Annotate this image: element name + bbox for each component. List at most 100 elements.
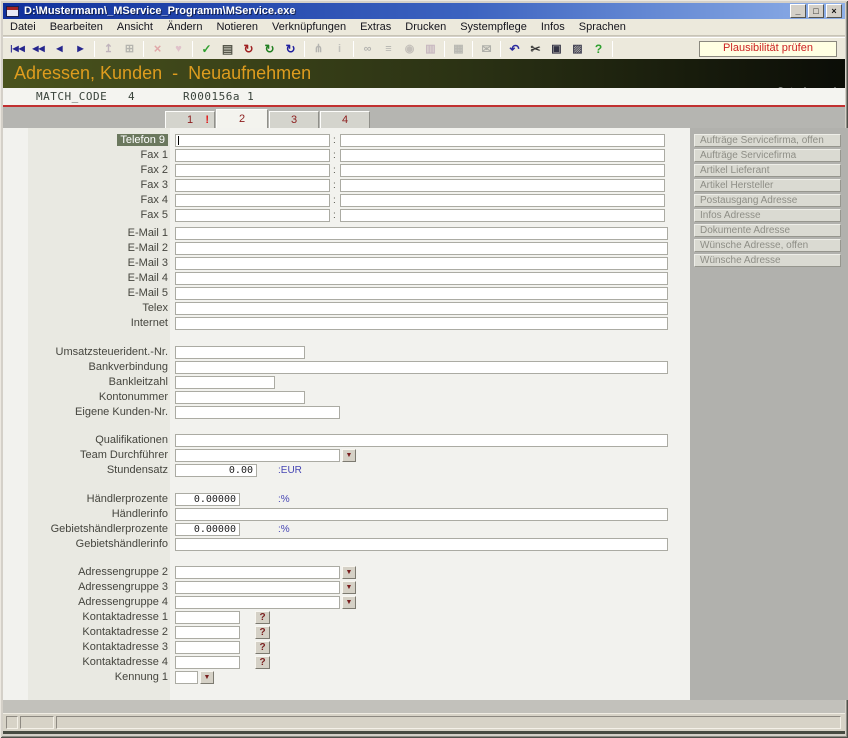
kennung-1-dropdown-button[interactable]: ▼ — [200, 671, 214, 684]
field-e-mail-2[interactable] — [175, 242, 668, 255]
field-e-mail-3[interactable] — [175, 257, 668, 270]
minimize-button[interactable]: _ — [790, 4, 806, 18]
form-row-kontaktadresse-3: Kontaktadresse 3? — [3, 641, 690, 654]
field-telex[interactable] — [175, 302, 668, 315]
team-durchfuhrer-dropdown-button[interactable]: ▼ — [342, 449, 356, 462]
next-record-icon[interactable]: ▶ — [70, 40, 91, 58]
menu-item-andern[interactable]: Ändern — [160, 19, 209, 35]
menu-item-extras[interactable]: Extras — [353, 19, 398, 35]
tab-3[interactable]: 3 — [269, 111, 319, 128]
menu-item-datei[interactable]: Datei — [3, 19, 43, 35]
field-stundensatz[interactable] — [175, 464, 257, 477]
refresh-green-icon[interactable]: ↻ — [259, 40, 280, 58]
field-fax-1-2[interactable] — [340, 149, 665, 162]
menu-item-infos[interactable]: Infos — [534, 19, 572, 35]
field-e-mail-4[interactable] — [175, 272, 668, 285]
adressengruppe-2-dropdown-button[interactable]: ▼ — [342, 566, 356, 579]
field-telefon-9[interactable] — [175, 134, 330, 147]
field-kontaktadresse-3[interactable] — [175, 641, 240, 654]
side-button-artikel-hersteller[interactable]: Artikel Hersteller — [694, 179, 841, 192]
fast-prev-icon[interactable]: ◀◀ — [28, 40, 49, 58]
tab-2[interactable]: 2 — [216, 109, 268, 128]
tab-1[interactable]: 1! — [165, 111, 215, 128]
menu-item-ansicht[interactable]: Ansicht — [110, 19, 160, 35]
validate-icon[interactable]: ✓ — [196, 40, 217, 58]
side-button-dokumente-adresse[interactable]: Dokumente Adresse — [694, 224, 841, 237]
undo-icon[interactable]: ↶ — [504, 40, 525, 58]
menu-item-sprachen[interactable]: Sprachen — [572, 19, 633, 35]
refresh-red-icon[interactable]: ↻ — [238, 40, 259, 58]
copy-icon[interactable]: ▣ — [546, 40, 567, 58]
menu-item-bearbeiten[interactable]: Bearbeiten — [43, 19, 110, 35]
maximize-button[interactable]: □ — [808, 4, 824, 18]
field-adressengruppe-4[interactable] — [175, 596, 340, 609]
field-adressengruppe-3[interactable] — [175, 581, 340, 594]
refresh-blue-icon[interactable]: ↻ — [280, 40, 301, 58]
side-button-auftrage-servicefirma-offen[interactable]: Aufträge Servicefirma, offen — [694, 134, 841, 147]
field-handlerprozente[interactable] — [175, 493, 240, 506]
form-properties-icon[interactable]: ▤ — [217, 40, 238, 58]
field-gebietshandlerprozente[interactable] — [175, 523, 240, 536]
field-eigene-kunden-nr[interactable] — [175, 406, 340, 419]
field-fax-5-2[interactable] — [340, 209, 665, 222]
tab-4[interactable]: 4 — [320, 111, 370, 128]
cut-icon[interactable]: ✂ — [525, 40, 546, 58]
field-internet[interactable] — [175, 317, 668, 330]
match-code-label: MATCH_CODE — [36, 90, 107, 103]
field-telefon-9-2[interactable] — [340, 134, 665, 147]
toolbar-icons: |◀◀◀◀◀▶↥⊞×♥✓▤↻↻↻⋔i∞≡◉▥▦✉↶✂▣▨? — [3, 40, 616, 58]
app-icon — [6, 6, 19, 17]
field-team-durchfuhrer[interactable] — [175, 449, 340, 462]
field-e-mail-1[interactable] — [175, 227, 668, 240]
fields-telefon-9: : — [175, 134, 690, 147]
field-kennung-1[interactable] — [175, 671, 198, 684]
field-fax-3-2[interactable] — [340, 179, 665, 192]
side-button-wunsche-adresse-offen[interactable]: Wünsche Adresse, offen — [694, 239, 841, 252]
kontaktadresse-1-lookup-button[interactable]: ? — [255, 611, 270, 624]
field-fax-3[interactable] — [175, 179, 330, 192]
field-handlerinfo[interactable] — [175, 508, 668, 521]
adressengruppe-3-dropdown-button[interactable]: ▼ — [342, 581, 356, 594]
paste-icon[interactable]: ▨ — [567, 40, 588, 58]
field-bankverbindung[interactable] — [175, 361, 668, 374]
help-icon[interactable]: ? — [588, 40, 609, 58]
field-kontaktadresse-2[interactable] — [175, 626, 240, 639]
menu-item-notieren[interactable]: Notieren — [209, 19, 265, 35]
side-button-artikel-lieferant[interactable]: Artikel Lieferant — [694, 164, 841, 177]
field-gebietshandlerinfo[interactable] — [175, 538, 668, 551]
side-button-auftrage-servicefirma[interactable]: Aufträge Servicefirma — [694, 149, 841, 162]
menu-item-verknupfungen[interactable]: Verknüpfungen — [265, 19, 353, 35]
kontaktadresse-3-lookup-button[interactable]: ? — [255, 641, 270, 654]
phone-separator: : — [333, 195, 336, 206]
field-fax-4[interactable] — [175, 194, 330, 207]
side-button-infos-adresse[interactable]: Infos Adresse — [694, 209, 841, 222]
field-fax-1[interactable] — [175, 149, 330, 162]
field-fax-4-2[interactable] — [340, 194, 665, 207]
field-bankleitzahl[interactable] — [175, 376, 275, 389]
field-umsatzsteuerident-nr[interactable] — [175, 346, 305, 359]
field-fax-2[interactable] — [175, 164, 330, 177]
menu-item-systempflege[interactable]: Systempflege — [453, 19, 534, 35]
kontaktadresse-2-lookup-button[interactable]: ? — [255, 626, 270, 639]
form-row-fax-1: Fax 1: — [3, 149, 690, 162]
field-kontaktadresse-4[interactable] — [175, 656, 240, 669]
side-button-wunsche-adresse[interactable]: Wünsche Adresse — [694, 254, 841, 267]
close-button[interactable]: × — [826, 4, 842, 18]
field-fax-5[interactable] — [175, 209, 330, 222]
first-record-icon[interactable]: |◀◀ — [7, 40, 28, 58]
label-text: Telefon 9 — [117, 134, 168, 146]
field-qualifikationen[interactable] — [175, 434, 668, 447]
side-button-postausgang-adresse[interactable]: Postausgang Adresse — [694, 194, 841, 207]
prev-record-icon[interactable]: ◀ — [49, 40, 70, 58]
label-text: Umsatzsteuerident.-Nr. — [56, 346, 168, 358]
adressengruppe-4-dropdown-button[interactable]: ▼ — [342, 596, 356, 609]
field-kontonummer[interactable] — [175, 391, 305, 404]
kontaktadresse-4-lookup-button[interactable]: ? — [255, 656, 270, 669]
field-e-mail-5[interactable] — [175, 287, 668, 300]
plausibility-check-button[interactable]: Plausibilität prüfen — [699, 41, 837, 57]
label-handlerinfo: Händlerinfo — [3, 508, 168, 521]
menu-item-drucken[interactable]: Drucken — [398, 19, 453, 35]
field-kontaktadresse-1[interactable] — [175, 611, 240, 624]
field-fax-2-2[interactable] — [340, 164, 665, 177]
field-adressengruppe-2[interactable] — [175, 566, 340, 579]
